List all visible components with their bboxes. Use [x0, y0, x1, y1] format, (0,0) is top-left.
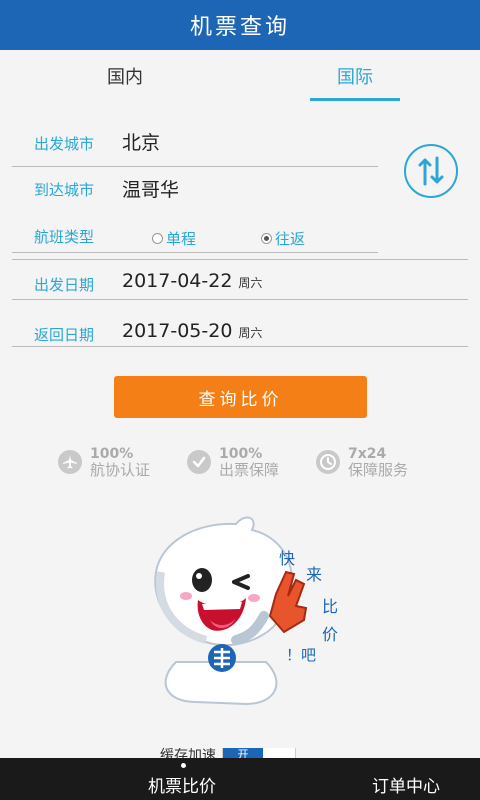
mascot-illustration: 快 来 比 价 ！吧: [154, 516, 338, 706]
flight-type-row: 航班类型: [12, 212, 468, 260]
active-nav-indicator: [181, 763, 186, 768]
nav-flight-compare[interactable]: 机票比价: [148, 772, 216, 797]
slogan-char: 价: [322, 625, 338, 644]
guarantee-text: 保障服务: [348, 461, 409, 479]
divider: [12, 299, 468, 300]
departure-city-label: 出发城市: [34, 135, 95, 153]
arrival-city-label: 到达城市: [34, 181, 95, 199]
depart-date-field[interactable]: 出发日期 2017-04-22 周六: [12, 260, 468, 308]
radio-round-trip[interactable]: 往返: [261, 228, 305, 249]
return-date-field[interactable]: 返回日期 2017-05-20 周六: [12, 308, 468, 356]
return-date-value[interactable]: 2017-05-20 周六: [122, 320, 262, 342]
airplane-icon: [58, 450, 82, 474]
departure-city-value[interactable]: 北京: [122, 128, 160, 155]
guarantee-text: 航协认证: [90, 461, 151, 479]
flight-type-label: 航班类型: [34, 228, 95, 246]
guarantee-percent: 100%: [219, 446, 263, 462]
guarantee-ticketing: 100% 出票保障: [187, 446, 279, 478]
arrival-city-value[interactable]: 温哥华: [122, 175, 179, 202]
swap-icon: [418, 156, 444, 186]
return-date-label: 返回日期: [34, 326, 95, 344]
bottom-nav: 机票比价 订单中心: [0, 758, 480, 800]
divider: [12, 346, 468, 347]
app-header: 机票查询: [0, 0, 480, 50]
nav-order-center[interactable]: 订单中心: [372, 772, 440, 797]
guarantee-text: 出票保障: [219, 461, 280, 479]
slogan-char: 来: [306, 565, 322, 584]
depart-date-text: 2017-04-22: [122, 270, 233, 292]
search-compare-button[interactable]: 查询比价: [114, 376, 367, 418]
guarantee-service: 7x24 保障服务: [316, 446, 408, 478]
depart-date-value[interactable]: 2017-04-22 周六: [122, 270, 262, 292]
tab-international[interactable]: 国际: [310, 50, 400, 102]
slogan-char: ！吧: [286, 646, 316, 664]
guarantee-association: 100% 航协认证: [58, 446, 150, 478]
radio-dot-selected: [261, 233, 272, 244]
swap-cities-button[interactable]: [404, 144, 458, 198]
radio-one-way-label: 单程: [166, 230, 197, 248]
guarantee-percent: 100%: [90, 446, 134, 462]
clock-icon: [316, 450, 340, 474]
page-title: 机票查询: [189, 15, 290, 40]
trip-tabs: 国内 国际: [0, 50, 480, 102]
tab-domestic[interactable]: 国内: [80, 50, 170, 102]
arrival-city-field[interactable]: 到达城市 温哥华: [12, 159, 378, 253]
radio-round-trip-label: 往返: [275, 230, 306, 248]
guarantee-percent: 7x24: [348, 446, 387, 462]
radio-dot: [152, 233, 163, 244]
return-date-text: 2017-05-20: [122, 320, 233, 342]
check-icon: [187, 450, 211, 474]
depart-weekday: 周六: [238, 276, 263, 290]
slogan-char: 快: [279, 549, 295, 568]
depart-date-label: 出发日期: [34, 276, 95, 294]
return-weekday: 周六: [238, 326, 263, 340]
slogan-char: 比: [322, 597, 338, 616]
active-tab-indicator: [310, 98, 400, 101]
radio-one-way[interactable]: 单程: [152, 228, 196, 249]
